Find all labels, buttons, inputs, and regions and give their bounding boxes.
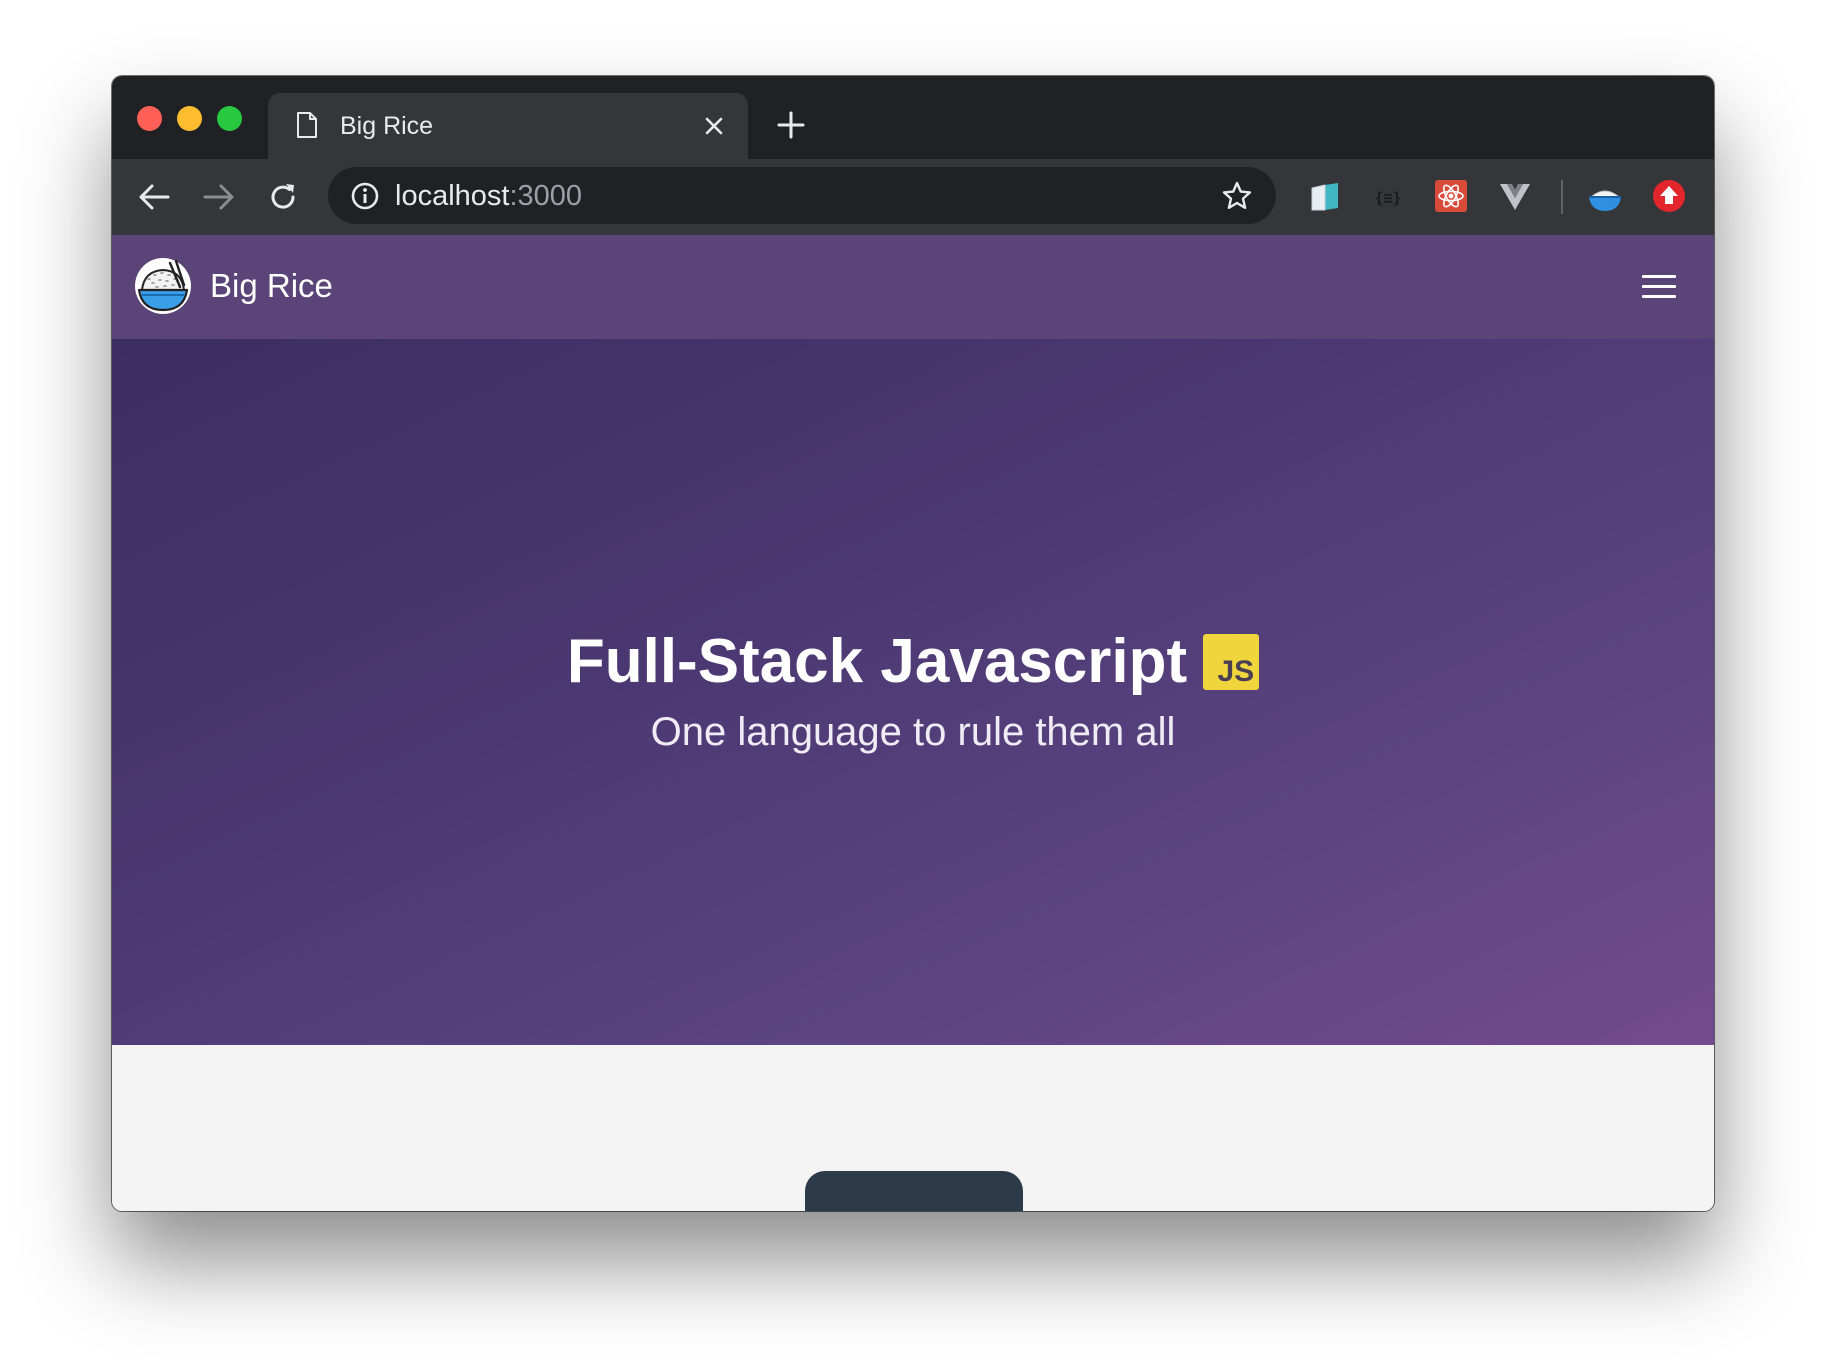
plus-icon[interactable] bbox=[776, 110, 806, 140]
partially-visible-element bbox=[805, 1171, 1023, 1211]
reload-icon[interactable] bbox=[267, 181, 299, 213]
browser-tab-active[interactable]: Big Rice bbox=[268, 93, 748, 159]
document-icon bbox=[297, 112, 317, 138]
js-logo-icon: JS bbox=[1203, 634, 1260, 690]
rice-bowl-extension-icon[interactable] bbox=[1586, 179, 1624, 215]
url-port: :3000 bbox=[509, 180, 583, 212]
toolbar-separator bbox=[1561, 180, 1563, 214]
close-window-button[interactable] bbox=[137, 106, 162, 131]
address-bar[interactable]: localhost:3000 bbox=[328, 167, 1276, 224]
hero-heading: Full-Stack Javascript JS bbox=[112, 624, 1714, 700]
tab-strip: Big Rice bbox=[112, 76, 1714, 159]
arrow-left-icon[interactable] bbox=[138, 182, 170, 212]
info-icon[interactable] bbox=[350, 181, 380, 211]
rice-bowl-logo[interactable] bbox=[134, 257, 192, 315]
hamburger-menu-icon[interactable] bbox=[1642, 271, 1678, 301]
upload-extension-icon[interactable] bbox=[1652, 179, 1686, 213]
browser-toolbar: localhost:3000 {≡} bbox=[112, 159, 1714, 236]
json-formatter-extension-icon[interactable]: {≡} bbox=[1369, 182, 1407, 212]
react-devtools-extension-icon[interactable] bbox=[1434, 179, 1468, 213]
book-extension-icon[interactable] bbox=[1308, 180, 1342, 214]
minimize-window-button[interactable] bbox=[177, 106, 202, 131]
js-badge-label: JS bbox=[1217, 655, 1255, 688]
brand-name[interactable]: Big Rice bbox=[210, 265, 333, 307]
url-host: localhost bbox=[395, 180, 510, 212]
hamburger-line bbox=[1642, 275, 1676, 278]
vue-devtools-extension-icon[interactable] bbox=[1498, 181, 1532, 213]
hero-section: Full-Stack Javascript JS One language to … bbox=[112, 339, 1714, 1045]
browser-window: Big Rice localhost:3000 {≡} Big Rice Ful… bbox=[112, 76, 1714, 1211]
site-navbar: Big Rice bbox=[112, 235, 1714, 339]
arrow-right-icon[interactable] bbox=[203, 182, 235, 212]
screenshot-stage: Big Rice localhost:3000 {≡} Big Rice Ful… bbox=[0, 0, 1826, 1360]
url-text[interactable]: localhost:3000 bbox=[395, 179, 582, 213]
close-tab-icon[interactable] bbox=[702, 114, 726, 138]
svg-text:{≡}: {≡} bbox=[1374, 189, 1401, 207]
hero-title: Full-Stack Javascript bbox=[566, 627, 1188, 696]
hero-subtitle: One language to rule them all bbox=[650, 710, 1176, 754]
tab-title: Big Rice bbox=[340, 112, 434, 140]
hamburger-line bbox=[1642, 285, 1676, 288]
hamburger-line bbox=[1642, 295, 1676, 298]
star-icon[interactable] bbox=[1221, 180, 1253, 212]
page-content bbox=[112, 1045, 1714, 1211]
maximize-window-button[interactable] bbox=[217, 106, 242, 131]
